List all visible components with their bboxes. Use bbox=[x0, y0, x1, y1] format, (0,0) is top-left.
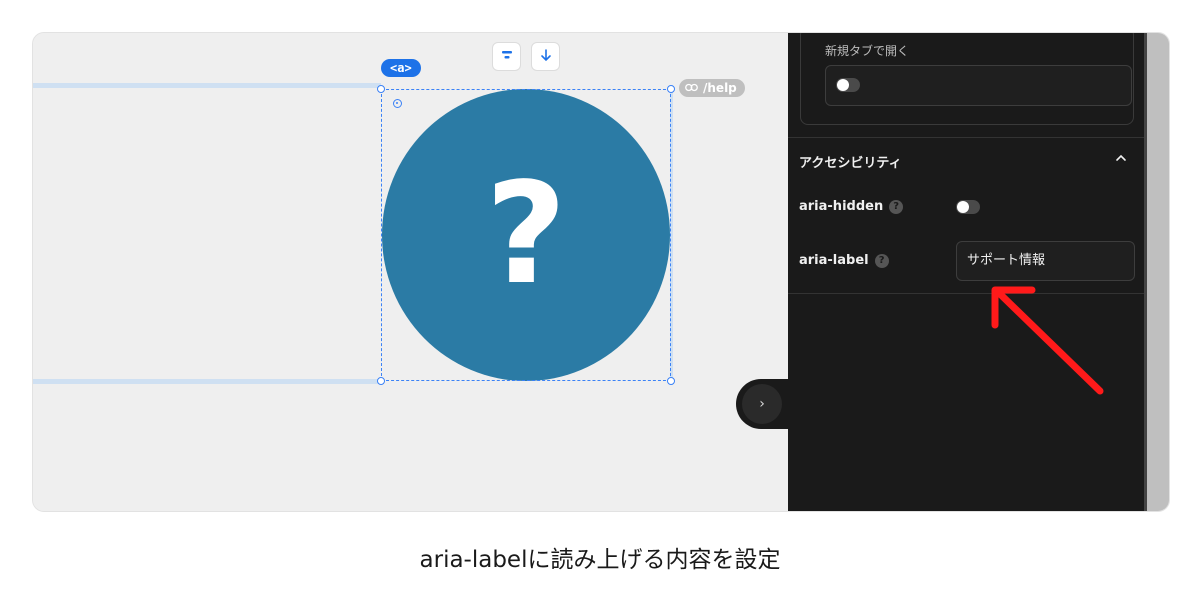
panel-toggle-button[interactable]: › bbox=[742, 384, 782, 424]
element-tag-badge: <a> bbox=[381, 59, 421, 77]
chevron-right-icon: › bbox=[759, 396, 765, 412]
move-down-button[interactable] bbox=[531, 42, 560, 71]
open-new-tab-field bbox=[825, 65, 1132, 106]
link-href-badge[interactable]: /help bbox=[679, 79, 745, 97]
annotation-arrow bbox=[960, 278, 1110, 407]
row-guide-bottom bbox=[33, 379, 381, 384]
section-divider bbox=[788, 137, 1144, 138]
arrow-down-icon bbox=[539, 48, 553, 66]
open-new-tab-toggle[interactable] bbox=[836, 78, 860, 92]
editor-canvas[interactable]: <a> ? /help › bbox=[33, 33, 788, 511]
aria-hidden-label: aria-hidden ? bbox=[799, 199, 904, 214]
accessibility-section-title[interactable]: アクセシビリティ bbox=[799, 152, 902, 171]
aria-label-label: aria-label ? bbox=[799, 253, 889, 268]
aria-hidden-toggle[interactable] bbox=[956, 200, 980, 214]
aria-hidden-label-text: aria-hidden bbox=[799, 199, 884, 214]
help-icon[interactable]: ? bbox=[889, 199, 904, 214]
help-icon[interactable]: ? bbox=[874, 253, 889, 268]
link-icon bbox=[685, 79, 698, 97]
align-icon bbox=[500, 48, 514, 66]
align-button[interactable] bbox=[492, 42, 521, 71]
link-options-card: 新規タブで開く bbox=[800, 33, 1134, 125]
selection-box bbox=[381, 89, 671, 381]
resize-handle-bottom-right[interactable] bbox=[667, 377, 675, 385]
resize-handle-top-right[interactable] bbox=[667, 85, 675, 93]
panel-scroll-edge bbox=[1144, 33, 1169, 511]
aria-label-label-text: aria-label bbox=[799, 253, 869, 268]
link-href-text: /help bbox=[703, 81, 737, 95]
properties-panel: 新規タブで開く アクセシビリティ aria-hidden ? aria-labe… bbox=[788, 33, 1144, 511]
resize-handle-top-left[interactable] bbox=[377, 85, 385, 93]
anchor-target-icon[interactable] bbox=[393, 99, 402, 108]
chevron-up-icon[interactable] bbox=[1115, 151, 1127, 165]
open-new-tab-label: 新規タブで開く bbox=[825, 44, 910, 58]
caption-text: aria-labelに読み上げる内容を設定 bbox=[419, 547, 781, 573]
row-guide-top bbox=[33, 83, 381, 88]
screenshot-frame: <a> ? /help › 新規タブで開く アクセシビリティ aria-hidd… bbox=[32, 32, 1170, 512]
aria-label-input[interactable]: サポート情報 bbox=[956, 241, 1135, 281]
resize-handle-bottom-left[interactable] bbox=[377, 377, 385, 385]
